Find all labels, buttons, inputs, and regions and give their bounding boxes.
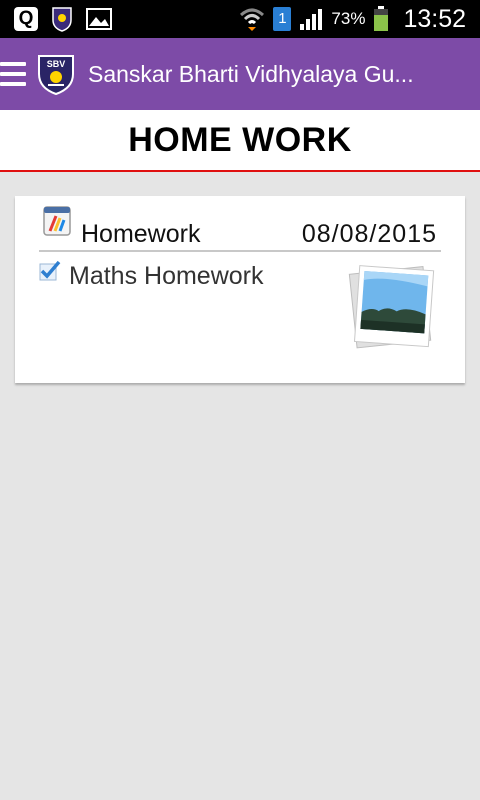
hamburger-icon[interactable] [0,56,26,92]
card-header: Homework 08/08/2015 [39,206,441,252]
svg-text:SBV: SBV [47,59,66,69]
q-app-icon: Q [14,7,38,31]
wifi-icon [240,8,265,31]
app-title: Sanskar Bharti Vidhyalaya Gu... [88,60,414,87]
app-bar: SBV Sanskar Bharti Vidhyalaya Gu... [0,38,480,110]
clock: 13:52 [403,4,466,33]
card-title: Homework [81,220,201,248]
checkmark-icon [39,260,61,281]
homework-card[interactable]: Homework 08/08/2015 Maths Homework [15,196,465,383]
battery-icon [374,6,389,31]
page-heading: HOME WORK [0,110,480,172]
photo-attachment-icon[interactable] [347,262,437,352]
school-logo: SBV [38,55,74,96]
gallery-icon [86,8,112,30]
status-bar: Q 1 73% 13:52 [0,0,480,38]
school-badge-icon [52,7,72,32]
battery-percent: 73% [331,9,366,28]
page-title: HOME WORK [128,120,352,159]
homework-item-label[interactable]: Maths Homework [69,262,264,291]
signal-icon [300,9,323,30]
homework-icon [43,206,71,236]
card-date: 08/08/2015 [301,220,437,248]
sim-slot-badge: 1 [273,7,292,31]
